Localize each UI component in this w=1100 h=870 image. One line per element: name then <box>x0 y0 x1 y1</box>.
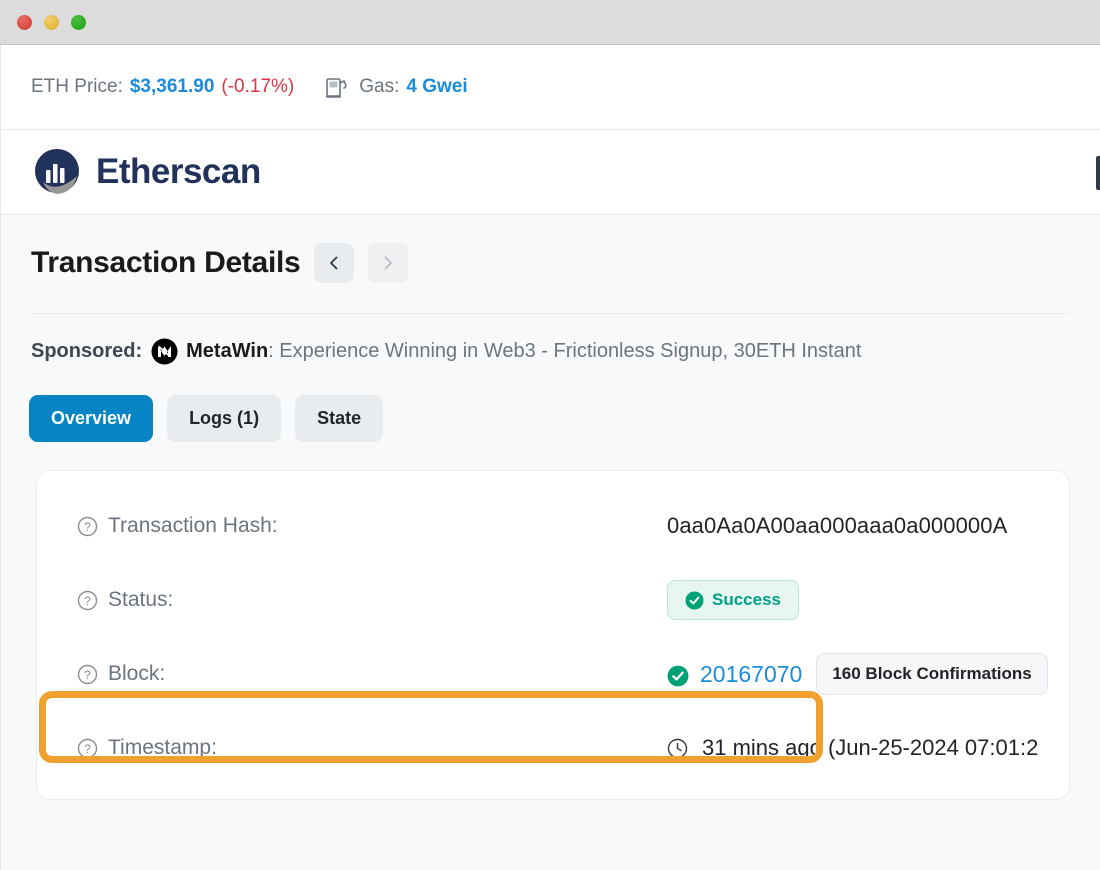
timestamp-label-group: ? Timestamp: <box>77 736 667 760</box>
site-header: Etherscan <box>1 130 1100 215</box>
transaction-hash-label: Transaction Hash: <box>108 514 278 537</box>
svg-text:?: ? <box>84 742 91 756</box>
eth-stats-bar: ETH Price: $3,361.90 (-0.17%) Gas: 4 Gwe… <box>1 45 1100 130</box>
sponsor-text: : Experience Winning in Web3 - Frictionl… <box>268 340 862 362</box>
page-title-row: Transaction Details <box>1 215 1100 283</box>
sponsor-name[interactable]: MetaWin <box>186 340 268 363</box>
timestamp-value-group: 31 mins ago (Jun-25-2024 07:01:2 <box>667 735 1038 761</box>
svg-text:?: ? <box>84 594 91 608</box>
transaction-hash-value[interactable]: 0aa0Aa0A00aa000aaa0a000000A <box>667 513 1007 539</box>
clock-icon <box>667 738 688 759</box>
question-circle-icon[interactable]: ? <box>77 738 98 759</box>
window-controls <box>17 14 86 30</box>
status-badge: Success <box>667 580 799 620</box>
row-transaction-hash: ? Transaction Hash: 0aa0Aa0A00aa000aaa0a… <box>37 489 1069 563</box>
status-value-group: Success <box>667 580 799 620</box>
block-number-link[interactable]: 20167070 <box>700 661 802 688</box>
gas-price-group: Gas: 4 Gwei <box>324 75 468 99</box>
minimize-window-button[interactable] <box>44 14 59 30</box>
header-right-cutoff-element[interactable] <box>1096 156 1100 190</box>
svg-text:?: ? <box>84 668 91 682</box>
next-transaction-button[interactable] <box>368 243 409 283</box>
gas-label: Gas: <box>359 76 400 97</box>
page-title: Transaction Details <box>31 246 301 279</box>
question-circle-icon[interactable]: ? <box>77 590 98 611</box>
page-content: ETH Price: $3,361.90 (-0.17%) Gas: 4 Gwe… <box>0 45 1100 870</box>
metawin-logo-icon <box>151 338 178 365</box>
row-block: ? Block: 20167070 160 Block Confirmation… <box>37 637 1069 711</box>
sponsored-label: Sponsored: <box>31 340 143 362</box>
sponsored-banner: Sponsored: MetaWin : Experience Winning … <box>1 314 1100 365</box>
zoom-window-button[interactable] <box>71 14 86 30</box>
previous-transaction-button[interactable] <box>314 243 355 283</box>
chevron-right-icon <box>381 255 395 271</box>
check-circle-icon <box>667 665 689 686</box>
gas-pump-icon <box>324 75 350 99</box>
transaction-hash-value-group: 0aa0Aa0A00aa000aaa0a000000A <box>667 513 1007 539</box>
status-label-group: ? Status: <box>77 588 667 612</box>
check-circle-icon <box>685 591 704 610</box>
transaction-hash-label-group: ? Transaction Hash: <box>77 514 667 538</box>
close-window-button[interactable] <box>17 14 32 30</box>
tab-state[interactable]: State <box>295 395 384 442</box>
row-timestamp: ? Timestamp: 31 mins ago (Jun-25-2024 07… <box>37 711 1069 785</box>
question-circle-icon[interactable]: ? <box>77 516 98 537</box>
tab-logs[interactable]: Logs (1) <box>167 395 282 442</box>
timestamp-label: Timestamp: <box>108 736 217 759</box>
block-value-group: 20167070 160 Block Confirmations <box>667 653 1048 695</box>
gas-value[interactable]: 4 Gwei <box>406 76 467 98</box>
eth-price-group: ETH Price: $3,361.90 (-0.17%) <box>31 76 294 98</box>
svg-text:?: ? <box>84 520 91 534</box>
detail-tabs: Overview Logs (1) State <box>1 365 1100 442</box>
row-status: ? Status: Success <box>37 563 1069 637</box>
window-titlebar <box>0 0 1100 45</box>
tab-overview[interactable]: Overview <box>29 395 154 442</box>
eth-price-label: ETH Price: <box>31 76 123 97</box>
transaction-details-card: ? Transaction Hash: 0aa0Aa0A00aa000aaa0a… <box>36 470 1070 800</box>
block-label-group: ? Block: <box>77 662 667 686</box>
etherscan-logo-icon <box>31 146 83 198</box>
etherscan-home-link[interactable]: Etherscan <box>31 146 261 198</box>
eth-price-value[interactable]: $3,361.90 <box>130 76 215 98</box>
browser-window: ETH Price: $3,361.90 (-0.17%) Gas: 4 Gwe… <box>0 0 1100 870</box>
eth-price-change: (-0.17%) <box>221 76 295 97</box>
block-confirmations-badge: 160 Block Confirmations <box>816 653 1048 695</box>
question-circle-icon[interactable]: ? <box>77 664 98 685</box>
timestamp-value: 31 mins ago (Jun-25-2024 07:01:2 <box>702 735 1039 760</box>
status-badge-text: Success <box>712 590 781 609</box>
chevron-left-icon <box>327 255 341 271</box>
status-label: Status: <box>108 588 174 611</box>
block-label: Block: <box>108 662 166 685</box>
brand-name: Etherscan <box>96 152 261 191</box>
